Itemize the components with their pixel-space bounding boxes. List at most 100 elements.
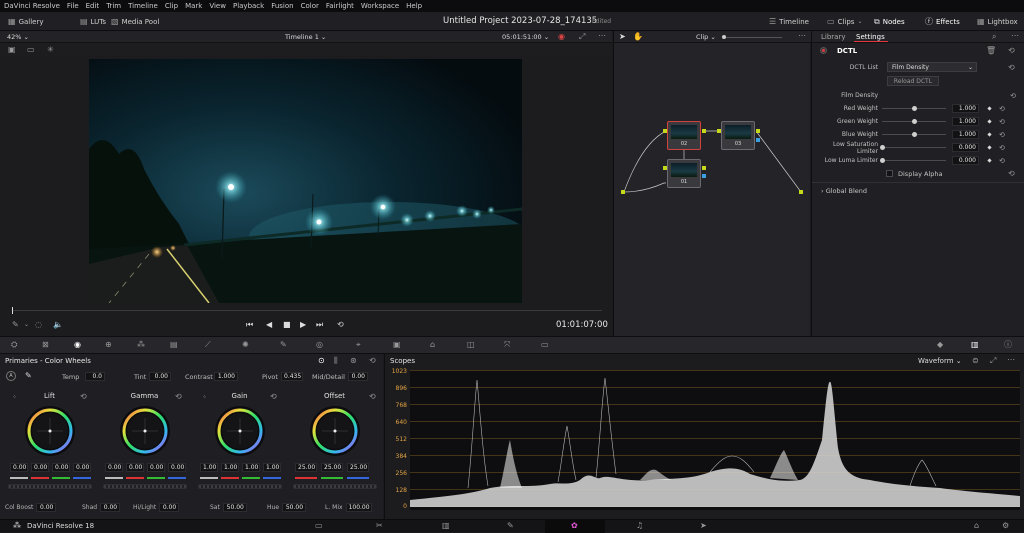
more-options-icon[interactable]: ⋯ — [1011, 31, 1019, 41]
reset-icon[interactable]: ⟲ — [369, 392, 376, 402]
hdr-wheels-icon[interactable]: ⊕ — [105, 340, 112, 350]
global-blend-section[interactable]: › Global Blend — [821, 187, 867, 195]
lightbox-toggle-button[interactable]: ▦ Lightbox — [977, 17, 1018, 27]
lmix-value[interactable]: 100.00 — [345, 503, 372, 512]
tab-library[interactable]: Library — [821, 33, 845, 41]
color-wheel[interactable] — [214, 405, 266, 457]
reset-icon[interactable]: ⟲ — [369, 356, 376, 366]
param-value[interactable]: 1.000 — [952, 104, 979, 113]
lift-g-value[interactable]: 0.00 — [52, 463, 70, 472]
menu-playback[interactable]: Playback — [233, 2, 264, 10]
qualifier-icon[interactable]: ✎ — [280, 340, 287, 350]
color-wheel[interactable] — [309, 405, 361, 457]
picker-icon[interactable]: ✎ — [25, 371, 32, 381]
picker-icon[interactable]: ✎ — [12, 320, 19, 330]
reset-icon[interactable]: ⟲ — [1008, 63, 1015, 73]
slider-knob[interactable] — [880, 145, 885, 150]
timecode-dropdown[interactable]: 05:01:51:00 ⌄ — [502, 33, 549, 41]
reset-icon[interactable]: ⟲ — [1010, 92, 1016, 100]
param-value[interactable]: 1.000 — [952, 130, 979, 139]
fullscreen-icon[interactable]: ⤢ — [990, 356, 996, 366]
bypass-icon[interactable]: ◉ — [558, 32, 565, 42]
reload-dctl-button[interactable]: Reload DCTL — [887, 76, 939, 86]
magic-mask-icon[interactable]: ▣ — [393, 340, 401, 350]
keyframes-icon[interactable]: ◆ — [937, 340, 943, 350]
effects-toggle-button[interactable]: ⓕ Effects — [925, 17, 960, 27]
nodes-toggle-button[interactable]: ⧉ Nodes — [874, 17, 905, 27]
tracker-icon[interactable]: ⌖ — [356, 340, 361, 350]
param-value[interactable]: 1.000 — [952, 117, 979, 126]
loop-playback-icon[interactable]: ⟲ — [337, 320, 344, 330]
menu-help[interactable]: Help — [406, 2, 422, 10]
offset-r-value[interactable]: 25.00 — [295, 463, 317, 472]
chevron-down-icon[interactable]: ⌄ — [24, 320, 29, 330]
edit-page-icon[interactable]: ▥ — [442, 521, 450, 531]
log-mode-icon[interactable]: ⊛ — [350, 356, 357, 366]
color-page-tab[interactable]: ✿ — [545, 520, 605, 533]
reset-icon[interactable]: ⟲ — [1008, 169, 1015, 179]
lift-r-value[interactable]: 0.00 — [31, 463, 49, 472]
menu-clip[interactable]: Clip — [165, 2, 178, 10]
node-key-port[interactable] — [756, 138, 760, 142]
home-icon[interactable]: ⌂ — [974, 521, 979, 531]
menu-color[interactable]: Color — [301, 2, 319, 10]
gain-g-value[interactable]: 1.00 — [242, 463, 260, 472]
timeline-toggle-button[interactable]: ☰ Timeline — [769, 17, 809, 27]
param-value[interactable]: 0.000 — [952, 143, 979, 152]
window-icon[interactable]: ◎ — [316, 340, 323, 350]
zoom-dropdown[interactable]: 42% ⌄ — [7, 33, 29, 41]
reset-icon[interactable]: ⟲ — [1008, 46, 1015, 56]
offset-b-value[interactable]: 25.00 — [347, 463, 369, 472]
go-to-end-icon[interactable]: ⏭ — [316, 320, 323, 330]
info-icon[interactable]: ⓘ — [1004, 340, 1012, 350]
menu-view[interactable]: View — [209, 2, 226, 10]
lift-y-value[interactable]: 0.00 — [10, 463, 28, 472]
keyframe-icon[interactable] — [987, 106, 992, 111]
go-to-start-icon[interactable]: ⏮ — [246, 320, 253, 330]
gamma-y-value[interactable]: 0.00 — [105, 463, 123, 472]
fairlight-page-icon[interactable]: ♫ — [636, 521, 643, 531]
hand-icon[interactable]: ✋ — [633, 32, 643, 42]
reset-icon[interactable]: ⟲ — [999, 144, 1005, 152]
clip-mode-dropdown[interactable]: Clip ⌄ — [696, 33, 716, 41]
keyframe-icon[interactable] — [987, 119, 992, 124]
node-output-port[interactable] — [702, 129, 706, 133]
reset-icon[interactable]: ⟲ — [999, 118, 1005, 126]
audio-icon[interactable]: 🔈 — [53, 320, 63, 330]
reset-icon[interactable]: ⟲ — [175, 392, 182, 402]
keyframe-icon[interactable] — [987, 132, 992, 137]
reverse-icon[interactable]: ◀ — [266, 320, 272, 330]
scopes-icon[interactable]: ▥ — [971, 340, 979, 350]
cut-page-icon[interactable]: ✂ — [376, 521, 383, 531]
menu-mark[interactable]: Mark — [185, 2, 202, 10]
node-key-port[interactable] — [702, 174, 706, 178]
color-match-icon[interactable]: ⊠ — [42, 340, 49, 350]
camera-raw-icon[interactable]: ⛭ — [11, 340, 17, 350]
node-zoom-slider[interactable] — [722, 35, 782, 39]
master-wheel[interactable] — [293, 484, 377, 489]
gain-r-value[interactable]: 1.00 — [221, 463, 239, 472]
media-page-icon[interactable]: ▭ — [315, 521, 323, 531]
gamma-g-value[interactable]: 0.00 — [147, 463, 165, 472]
temp-value[interactable]: 0.0 — [85, 372, 105, 381]
trash-icon[interactable]: 🗑 — [986, 46, 996, 56]
fullscreen-icon[interactable]: ⤢ — [579, 32, 585, 42]
play-icon[interactable]: ▶ — [300, 320, 306, 330]
master-wheel[interactable] — [103, 484, 187, 489]
node-input-port[interactable] — [663, 166, 667, 170]
wheels-mode-icon[interactable]: ⊙ — [318, 356, 325, 366]
param-slider[interactable] — [880, 158, 946, 163]
gain-b-value[interactable]: 1.00 — [263, 463, 281, 472]
shad-value[interactable]: 0.00 — [100, 503, 121, 512]
rgb-mixer-icon[interactable]: ⁂ — [137, 340, 145, 350]
node-output-port[interactable] — [702, 166, 706, 170]
bars-mode-icon[interactable]: ⫼ — [334, 356, 338, 366]
node-editor[interactable]: ➤ ✋ Clip ⌄ ⋯ 02 03 01 — [613, 31, 811, 336]
slider-knob[interactable] — [912, 106, 917, 111]
more-options-icon[interactable]: ⋯ — [598, 31, 606, 41]
gallery-button[interactable]: ▦ Gallery — [8, 17, 44, 27]
tab-settings[interactable]: Settings — [856, 33, 885, 41]
scope-settings-icon[interactable]: ⊜ — [972, 356, 979, 366]
tint-value[interactable]: 0.00 — [149, 372, 171, 381]
color-wheel[interactable] — [24, 405, 76, 457]
